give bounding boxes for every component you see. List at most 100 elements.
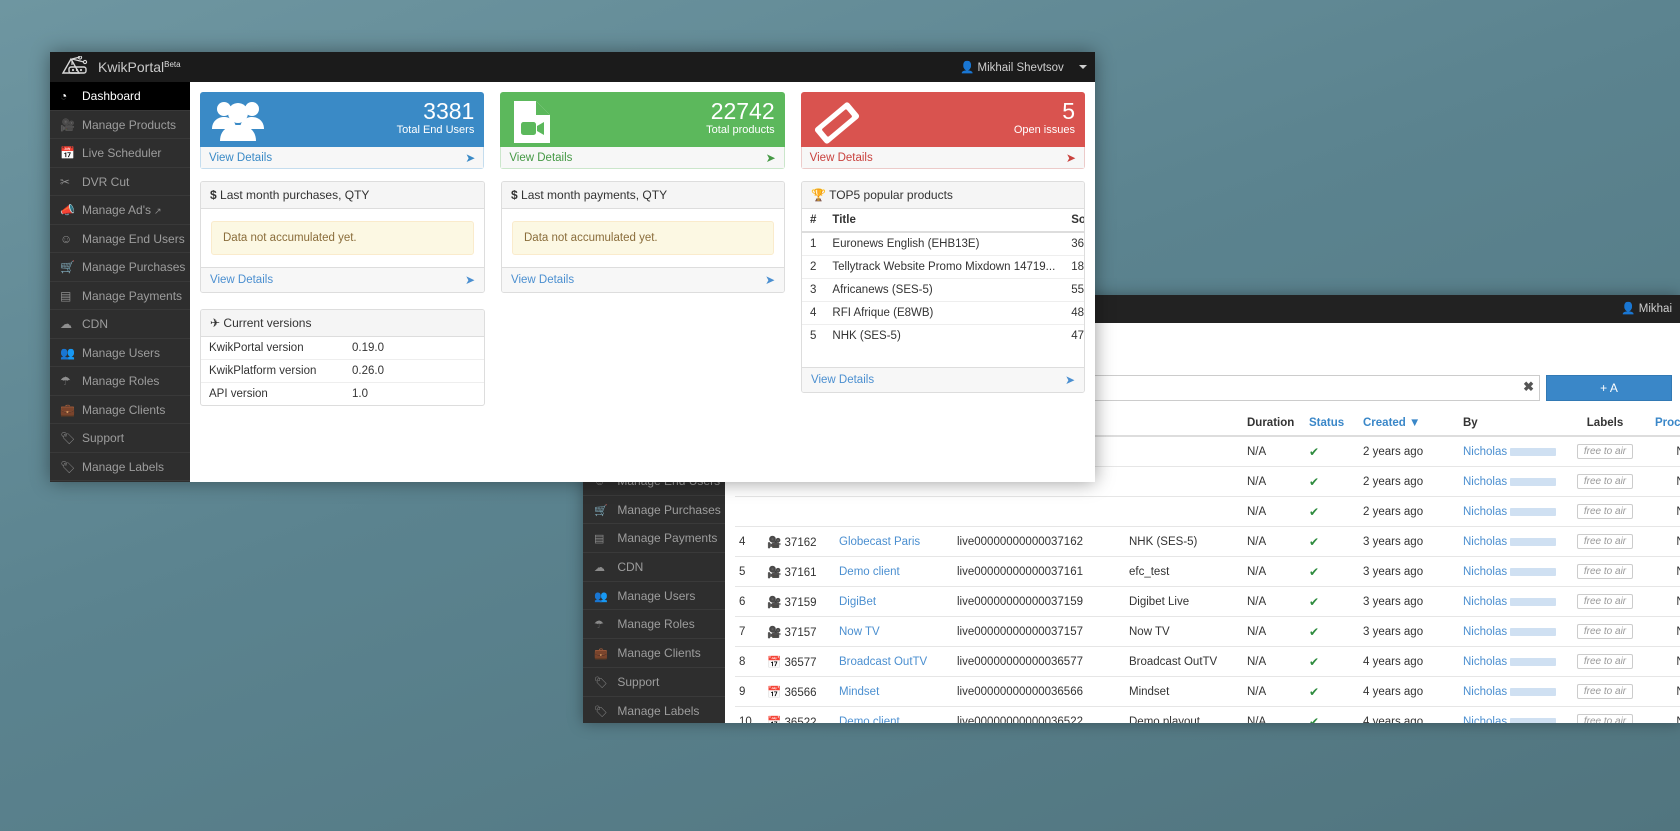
cell-labels[interactable]: free to air (1563, 676, 1647, 707)
sidebar-item-manage-payments[interactable]: ▤ Manage Payments (50, 282, 190, 310)
user-menu[interactable]: 👤 Mikhail Shevtsov (960, 60, 1087, 74)
user-link[interactable]: Nicholas (1463, 686, 1507, 698)
view-details-link[interactable]: View Details (811, 374, 874, 386)
view-details-link[interactable]: View Details (209, 152, 272, 164)
label-badge[interactable]: free to air (1576, 504, 1634, 519)
stat-card-total-end-users[interactable]: 3381 Total End Users View Details ➤ (200, 92, 485, 169)
sidebar-item-manage-ad-s[interactable]: 📣 Manage Ad's ↗ (50, 196, 190, 225)
kwikportal-window[interactable]: KwikPortalBeta 👤 Mikhail Shevtsov ◔ Dashb… (50, 52, 1095, 482)
th-labels[interactable]: Labels (1563, 411, 1647, 437)
client-link[interactable]: Globecast Paris (839, 536, 920, 548)
client-link[interactable]: Mindset (839, 686, 879, 698)
cell-by[interactable]: Nicholas (1459, 706, 1563, 724)
cell-labels[interactable]: free to air (1563, 556, 1647, 587)
user-link[interactable]: Nicholas (1463, 476, 1507, 488)
cell-by[interactable]: Nicholas (1459, 676, 1563, 707)
th-status[interactable]: Status (1305, 411, 1359, 437)
client-link[interactable]: Now TV (839, 626, 880, 638)
label-badge[interactable]: free to air (1576, 714, 1634, 723)
th-product[interactable] (1125, 411, 1243, 437)
label-badge[interactable]: free to air (1576, 564, 1634, 579)
user-link[interactable]: Nicholas (1463, 506, 1507, 518)
cell-by[interactable]: Nicholas (1459, 526, 1563, 557)
user-link[interactable]: Nicholas (1463, 656, 1507, 668)
th-duration[interactable]: Duration (1243, 411, 1305, 437)
sidebar-item-live-scheduler[interactable]: 📅 Live Scheduler (50, 139, 190, 168)
sidebar-item-manage-users[interactable]: 👥 Manage Users (50, 339, 190, 367)
cell-by[interactable]: Nicholas (1459, 435, 1563, 467)
sidebar-item-cdn[interactable]: ☁ CDN (50, 310, 190, 339)
user-link[interactable]: Nicholas (1463, 446, 1507, 458)
stat-card-total-products[interactable]: 22742 Total products View Details ➤ (500, 92, 785, 169)
clear-search-icon[interactable]: ✖ (1523, 379, 1534, 395)
sidebar-item-dashboard[interactable]: ◔ Dashboard (50, 82, 190, 111)
sidebar-item-dvr-cut[interactable]: ✂ DVR Cut (50, 168, 190, 196)
label-badge[interactable]: free to air (1576, 654, 1634, 669)
sidebar-item-manage-roles[interactable]: ☂ Manage Roles (50, 367, 190, 396)
cell-labels[interactable]: free to air (1563, 586, 1647, 617)
client-link[interactable]: Demo client (839, 566, 900, 578)
cell-client[interactable]: Broadcast OutTV (835, 646, 953, 677)
client-link[interactable]: DigiBet (839, 596, 876, 608)
sidebar-item-manage-end-users[interactable]: ☺ Manage End Users (50, 225, 190, 253)
table-row[interactable]: 4 🎥 37162 Globecast Paris live0000000000003… (735, 526, 1680, 557)
table-row[interactable]: 10 📅 36522 Demo client live0000000000003652… (735, 706, 1680, 724)
stat-card-footer[interactable]: View Details ➤ (500, 147, 785, 169)
cell-labels[interactable]: free to air (1563, 616, 1647, 647)
cell-client[interactable] (835, 496, 953, 527)
user-link[interactable]: Nicholas (1463, 716, 1507, 724)
user-link[interactable]: Nicholas (1463, 596, 1507, 608)
label-badge[interactable]: free to air (1576, 594, 1634, 609)
sidebar-item-manage-products[interactable]: 🎥 Manage Products (50, 111, 190, 139)
label-badge[interactable]: free to air (1576, 684, 1634, 699)
client-link[interactable]: Demo client (839, 716, 900, 724)
panel-footer[interactable]: View Details ➤ (201, 267, 484, 292)
background-user-menu[interactable]: 👤 Mikhai (1621, 301, 1672, 315)
brand[interactable]: KwikPortalBeta (60, 55, 181, 79)
bg-sidebar-item-manage-roles[interactable]: ☂ Manage Roles (583, 610, 725, 640)
bg-sidebar-item-manage-payments[interactable]: ▤ Manage Payments (583, 524, 725, 554)
th-created[interactable]: Created ▼ (1359, 411, 1459, 437)
cell-by[interactable]: Nicholas (1459, 556, 1563, 587)
cell-client[interactable]: DigiBet (835, 586, 953, 617)
stat-card-open-issues[interactable]: 5 Open issues View Details ➤ (800, 92, 1085, 169)
cell-client[interactable]: Now TV (835, 616, 953, 647)
cell-labels[interactable]: free to air (1563, 706, 1647, 723)
table-row[interactable]: N/A✔2 years agoNicholasfree to airN/A✎▾▶… (735, 496, 1680, 527)
label-badge[interactable]: free to air (1576, 534, 1634, 549)
table-row[interactable]: 8 📅 36577 Broadcast OutTV live0000000000003… (735, 646, 1680, 677)
cell-labels[interactable]: free to air (1563, 526, 1647, 557)
view-details-link[interactable]: View Details (210, 274, 273, 286)
table-row[interactable]: 7 🎥 37157 Now TV live00000000000037157 Now T… (735, 616, 1680, 647)
stat-card-footer[interactable]: View Details ➤ (200, 147, 485, 169)
cell-client[interactable]: Demo client (835, 556, 953, 587)
sidebar-item-manage-clients[interactable]: 💼 Manage Clients (50, 396, 190, 424)
cell-labels[interactable]: free to air (1563, 646, 1647, 677)
table-row[interactable]: 5 🎥 37161 Demo client live00000000000037161… (735, 556, 1680, 587)
sidebar-item-support[interactable]: 🏷 Support (50, 424, 190, 453)
add-button[interactable]: + A (1546, 375, 1672, 401)
table-row[interactable]: 9 📅 36566 Mindset live00000000000036566 Mind… (735, 676, 1680, 707)
cell-by[interactable]: Nicholas (1459, 586, 1563, 617)
cell-client[interactable]: Demo client (835, 706, 953, 724)
view-details-link[interactable]: View Details (509, 152, 572, 164)
user-link[interactable]: Nicholas (1463, 566, 1507, 578)
bg-sidebar-item-manage-purchases[interactable]: 🛒 Manage Purchases (583, 496, 725, 525)
table-row[interactable]: 6 🎥 37159 DigiBet live00000000000037159 Digi… (735, 586, 1680, 617)
cell-by[interactable]: Nicholas (1459, 496, 1563, 527)
cell-client[interactable]: Mindset (835, 676, 953, 707)
cell-client[interactable]: Globecast Paris (835, 526, 953, 557)
bg-sidebar-item-support[interactable]: 🏷 Support (583, 668, 725, 697)
sidebar[interactable]: ◔ Dashboard 🎥 Manage Products 📅 Live Schedule… (50, 82, 190, 482)
panel-footer[interactable]: View Details ➤ (502, 267, 784, 292)
stat-card-footer[interactable]: View Details ➤ (800, 147, 1085, 169)
cell-labels[interactable]: free to air (1563, 435, 1647, 467)
bg-sidebar-item-manage-labels[interactable]: 🏷 Manage Labels (583, 697, 725, 724)
client-link[interactable]: Broadcast OutTV (839, 656, 927, 668)
sidebar-item-manage-labels[interactable]: 🏷 Manage Labels (50, 453, 190, 481)
label-badge[interactable]: free to air (1576, 474, 1634, 489)
label-badge[interactable]: free to air (1576, 624, 1634, 639)
sidebar-item-manage-purchases[interactable]: 🛒 Manage Purchases (50, 253, 190, 282)
cell-by[interactable]: Nicholas (1459, 616, 1563, 647)
cell-by[interactable]: Nicholas (1459, 646, 1563, 677)
